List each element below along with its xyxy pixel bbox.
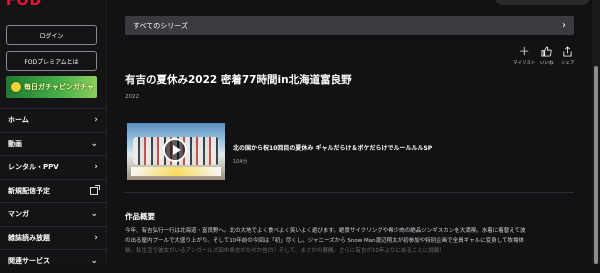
summary-line: 今年、有吉弘行一行は北海道・富良野へ。北の大地でよく食べよく笑いよく遊びます。絶… xyxy=(125,228,526,234)
share-button[interactable]: シェア xyxy=(561,46,575,66)
sidebar-item-manga[interactable]: マンガ ⌄ xyxy=(0,202,106,226)
sidebar: FOD ログイン FODプレミアムとは 毎日ガチャピンガチャ ホーム › 動画 … xyxy=(0,0,106,266)
section-divider xyxy=(125,192,574,193)
premium-info-button[interactable]: FODプレミアムとは xyxy=(6,51,97,71)
sidebar-item-label: 関連サービス xyxy=(8,257,50,266)
fod-logo[interactable]: FOD xyxy=(6,0,42,8)
chevron-down-icon: ⌄ xyxy=(90,138,98,149)
sidebar-item-label: 雑誌読み放題 xyxy=(8,233,50,242)
chevron-right-icon: › xyxy=(562,20,566,31)
chevron-down-icon: ⌄ xyxy=(90,256,98,267)
summary-text: 今年、有吉弘行一行は北海道・富良野へ。北の大地でよく食べよく笑いよく遊びます。絶… xyxy=(125,226,585,256)
all-series-label: すべてのシリーズ xyxy=(133,21,188,30)
sidebar-item-magazines[interactable]: 雑誌読み放題 › xyxy=(0,225,106,250)
share-label: シェア xyxy=(561,61,575,66)
all-series-link[interactable]: すべてのシリーズ › xyxy=(125,16,574,35)
sidebar-item-label: マンガ xyxy=(8,210,29,219)
summary-line: の出る屋内プールで大盛り上がり。そして10年前の今回は「初」尽くし。ジャニーズか… xyxy=(125,238,524,244)
chevron-right-icon: › xyxy=(94,232,98,243)
summary-heading: 作品概要 xyxy=(125,212,155,221)
play-icon[interactable] xyxy=(163,138,187,162)
scrollbar-thumb[interactable] xyxy=(594,66,598,264)
episode-title[interactable]: 北の国から祝10回目の夏休み ギャルだらけ＆ボケだらけでルールルルSP xyxy=(233,143,432,152)
plus-icon: ＋ xyxy=(518,45,530,58)
sidebar-item-related-services[interactable]: 関連サービス ⌄ xyxy=(0,249,106,273)
sidebar-item-video[interactable]: 動画 ⌄ xyxy=(0,131,106,156)
mylist-label: マイリスト xyxy=(513,61,536,66)
chevron-right-icon: › xyxy=(94,162,98,173)
sidebar-item-home[interactable]: ホーム › xyxy=(0,108,106,132)
summary-line: 験。私生活で彼女がいるアンガールズ田中卓志がなぜか告白？そして、まさかの展開。さ… xyxy=(125,248,445,254)
search-box[interactable] xyxy=(495,0,590,5)
sidebar-item-upcoming[interactable]: 新規配信予定 xyxy=(0,178,106,203)
chevron-right-icon: › xyxy=(94,115,98,126)
page-title: 有吉の夏休み2022 密着77時間in北海道富良野 xyxy=(125,74,352,86)
sidebar-item-label: 動画 xyxy=(8,139,22,148)
sidebar-item-rental-ppv[interactable]: レンタル・PPV › xyxy=(0,155,106,179)
external-link-icon xyxy=(90,184,100,195)
login-button[interactable]: ログイン xyxy=(6,25,97,45)
chevron-down-icon: ⌄ xyxy=(90,209,98,220)
thumbs-up-icon xyxy=(541,46,552,58)
like-label: いいね xyxy=(540,61,554,66)
sidebar-item-label: ホーム xyxy=(8,116,29,125)
mylist-button[interactable]: ＋ マイリスト xyxy=(513,45,536,67)
sidebar-item-label: 新規配信予定 xyxy=(8,186,50,195)
like-button[interactable]: いいね xyxy=(540,46,554,66)
gachapin-icon xyxy=(10,81,22,93)
episode-thumbnail[interactable] xyxy=(127,123,225,180)
episode-duration: 104分 xyxy=(233,159,248,165)
share-icon xyxy=(562,46,573,58)
banner-text: 毎日ガチャピンガチャ xyxy=(24,83,94,91)
release-year: 2022 xyxy=(125,94,139,100)
sidebar-divider xyxy=(106,0,107,264)
thumbnail-caption xyxy=(131,167,221,176)
sidebar-nav: ホーム › 動画 ⌄ レンタル・PPV › 新規配信予定 マンガ ⌄ 雑誌読み放… xyxy=(0,108,106,273)
sidebar-item-label: レンタル・PPV xyxy=(8,163,59,172)
gachapin-gacha-banner[interactable]: 毎日ガチャピンガチャ xyxy=(6,76,97,98)
